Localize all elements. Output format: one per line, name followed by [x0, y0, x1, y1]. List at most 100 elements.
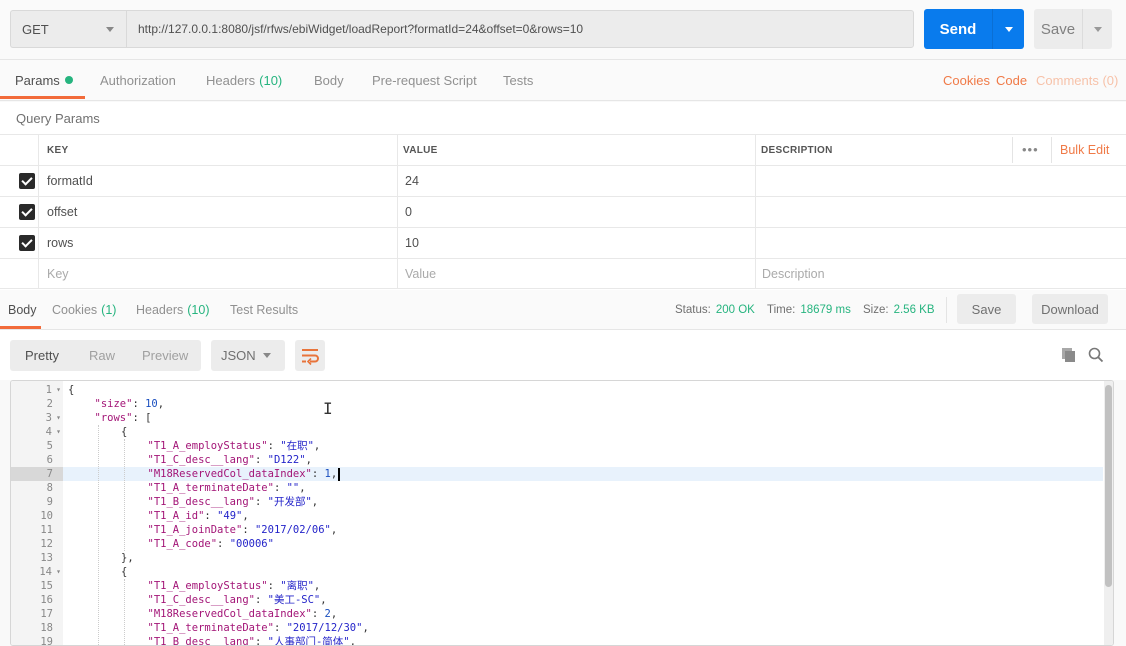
code-line[interactable]: 7 "M18ReservedCol_dataIndex": 1,: [11, 467, 1103, 481]
line-number-text: 12: [40, 538, 53, 550]
tab-tests[interactable]: Tests: [503, 60, 533, 100]
code-line[interactable]: 13},: [11, 551, 1103, 565]
json-punctuation: :: [267, 440, 281, 452]
bulk-edit-link[interactable]: Bulk Edit: [1060, 143, 1109, 157]
code-line[interactable]: 11 "T1_A_joinDate": "2017/02/06",: [11, 523, 1103, 537]
format-select[interactable]: JSON: [211, 340, 285, 371]
table-header: KEY VALUE DESCRIPTION: [0, 134, 1126, 165]
row-checkbox[interactable]: [19, 173, 35, 189]
json-number: 10: [145, 398, 158, 410]
url-input[interactable]: http://127.0.0.1:8080/jsf/rfws/ebiWidget…: [126, 10, 914, 48]
param-key[interactable]: offset: [47, 197, 77, 227]
code-line[interactable]: 16 "T1_C_desc__lang": "美工-SC",: [11, 593, 1103, 607]
divider: [1051, 137, 1052, 163]
code-line[interactable]: 9 "T1_B_desc__lang": "开发部",: [11, 495, 1103, 509]
code-line[interactable]: 3 ▾ "rows": [: [11, 411, 1103, 425]
param-value[interactable]: 0: [405, 197, 412, 227]
copy-icon[interactable]: [1061, 347, 1077, 363]
param-value[interactable]: 24: [405, 166, 419, 196]
code-line[interactable]: 10 "T1_A_id": "49",: [11, 509, 1103, 523]
view-pretty[interactable]: Pretty: [25, 340, 59, 371]
send-options-button[interactable]: [993, 9, 1024, 49]
more-options-icon[interactable]: •••: [1022, 142, 1039, 157]
tab-response-cookies[interactable]: Cookies (1): [52, 290, 116, 330]
json-punctuation: },: [121, 552, 134, 564]
method-select[interactable]: GET: [10, 10, 126, 48]
code-text: },: [121, 551, 134, 565]
download-button[interactable]: Download: [1032, 294, 1108, 324]
code-line[interactable]: 14 ▾ {: [11, 565, 1103, 579]
row-checkbox[interactable]: [19, 235, 35, 251]
tab-response-headers[interactable]: Headers (10): [136, 290, 209, 330]
json-punctuation: : [: [132, 412, 152, 424]
description-input[interactable]: Description: [762, 259, 825, 289]
wrap-lines-button[interactable]: [295, 340, 325, 371]
line-number-text: 14: [39, 566, 52, 578]
tab-params[interactable]: Params: [15, 60, 73, 100]
json-string: "2017/12/30": [286, 622, 363, 634]
tab-label: Headers: [206, 72, 256, 88]
line-number: 17: [11, 607, 63, 621]
line-number: 19: [11, 635, 63, 645]
response-body-editor[interactable]: 1 ▾{2 "size": 10, 3 ▾ "rows": [4 ▾{5 "T1_A_empl…: [10, 380, 1114, 646]
json-punctuation: ,: [299, 482, 306, 494]
status-label: Status:: [675, 304, 711, 316]
code-line[interactable]: 12 "T1_A_code": "00006": [11, 537, 1103, 551]
param-value[interactable]: 10: [405, 228, 419, 258]
fold-arrow-icon[interactable]: ▾: [53, 425, 61, 439]
code-line[interactable]: 4 ▾ {: [11, 425, 1103, 439]
tab-test-results[interactable]: Test Results: [230, 290, 298, 330]
code-line[interactable]: 17 "M18ReservedCol_dataIndex": 2,: [11, 607, 1103, 621]
json-string: "开发部": [267, 496, 312, 508]
send-button[interactable]: Send: [924, 9, 1024, 49]
value-input[interactable]: Value: [405, 259, 436, 289]
code-link[interactable]: Code: [996, 60, 1027, 100]
param-description[interactable]: [762, 197, 1112, 227]
code-line[interactable]: 18 "T1_A_terminateDate": "2017/12/30",: [11, 621, 1103, 635]
fold-arrow-icon[interactable]: ▾: [53, 565, 61, 579]
code-line[interactable]: 2 "size": 10,: [11, 397, 1103, 411]
code-line[interactable]: 6 "T1_C_desc__lang": "D122",: [11, 453, 1103, 467]
param-description[interactable]: [762, 228, 1112, 258]
format-label: JSON: [221, 348, 256, 363]
param-description[interactable]: [762, 166, 1112, 196]
save-response-button[interactable]: Save: [957, 294, 1016, 324]
indent-guide: [124, 579, 125, 645]
tab-headers[interactable]: Headers (10): [206, 60, 282, 100]
cookies-link[interactable]: Cookies: [943, 60, 990, 100]
active-dot-icon: [64, 76, 73, 84]
code-line[interactable]: 5 "T1_A_employStatus": "在职",: [11, 439, 1103, 453]
save-options-button[interactable]: [1083, 9, 1112, 49]
code-line[interactable]: 19 "T1_B_desc__lang": "人事部门-简体",: [11, 635, 1103, 646]
fold-arrow-icon[interactable]: ▾: [53, 411, 61, 425]
json-punctuation: ,: [313, 580, 321, 592]
key-input[interactable]: Key: [47, 259, 69, 289]
code-line[interactable]: 8 "T1_A_terminateDate": "",: [11, 481, 1103, 495]
json-punctuation: ,: [313, 440, 321, 452]
param-key[interactable]: rows: [47, 228, 73, 258]
json-punctuation: ,: [330, 468, 338, 480]
code-line[interactable]: 15 "T1_A_employStatus": "离职",: [11, 579, 1103, 593]
tab-body[interactable]: Body: [314, 60, 344, 100]
comments-link[interactable]: Comments (0): [1036, 60, 1118, 100]
tab-authorization[interactable]: Authorization: [100, 60, 176, 100]
json-string: "2017/02/06": [254, 524, 331, 536]
save-request-button[interactable]: Save: [1034, 9, 1112, 49]
line-number-text: 7: [46, 468, 53, 480]
fold-arrow-icon[interactable]: ▾: [53, 383, 61, 397]
view-raw[interactable]: Raw: [89, 340, 115, 371]
tab-response-body[interactable]: Body: [8, 290, 37, 330]
tab-pre-request-script[interactable]: Pre-request Script: [372, 60, 477, 100]
row-checkbox[interactable]: [19, 204, 35, 220]
wrap-icon: [302, 349, 319, 366]
param-key[interactable]: formatId: [47, 166, 93, 196]
scrollbar-thumb[interactable]: [1105, 385, 1112, 587]
json-key: "T1_A_joinDate": [147, 524, 243, 536]
code-line[interactable]: 1 ▾ {: [11, 383, 1103, 397]
code-text: "size": 10,: [95, 397, 165, 411]
tab-label: Params: [15, 72, 60, 88]
json-punctuation: :: [254, 496, 268, 508]
view-preview[interactable]: Preview: [142, 340, 188, 371]
search-icon[interactable]: [1088, 347, 1104, 363]
json-key: "T1_B_desc__lang": [147, 636, 255, 646]
